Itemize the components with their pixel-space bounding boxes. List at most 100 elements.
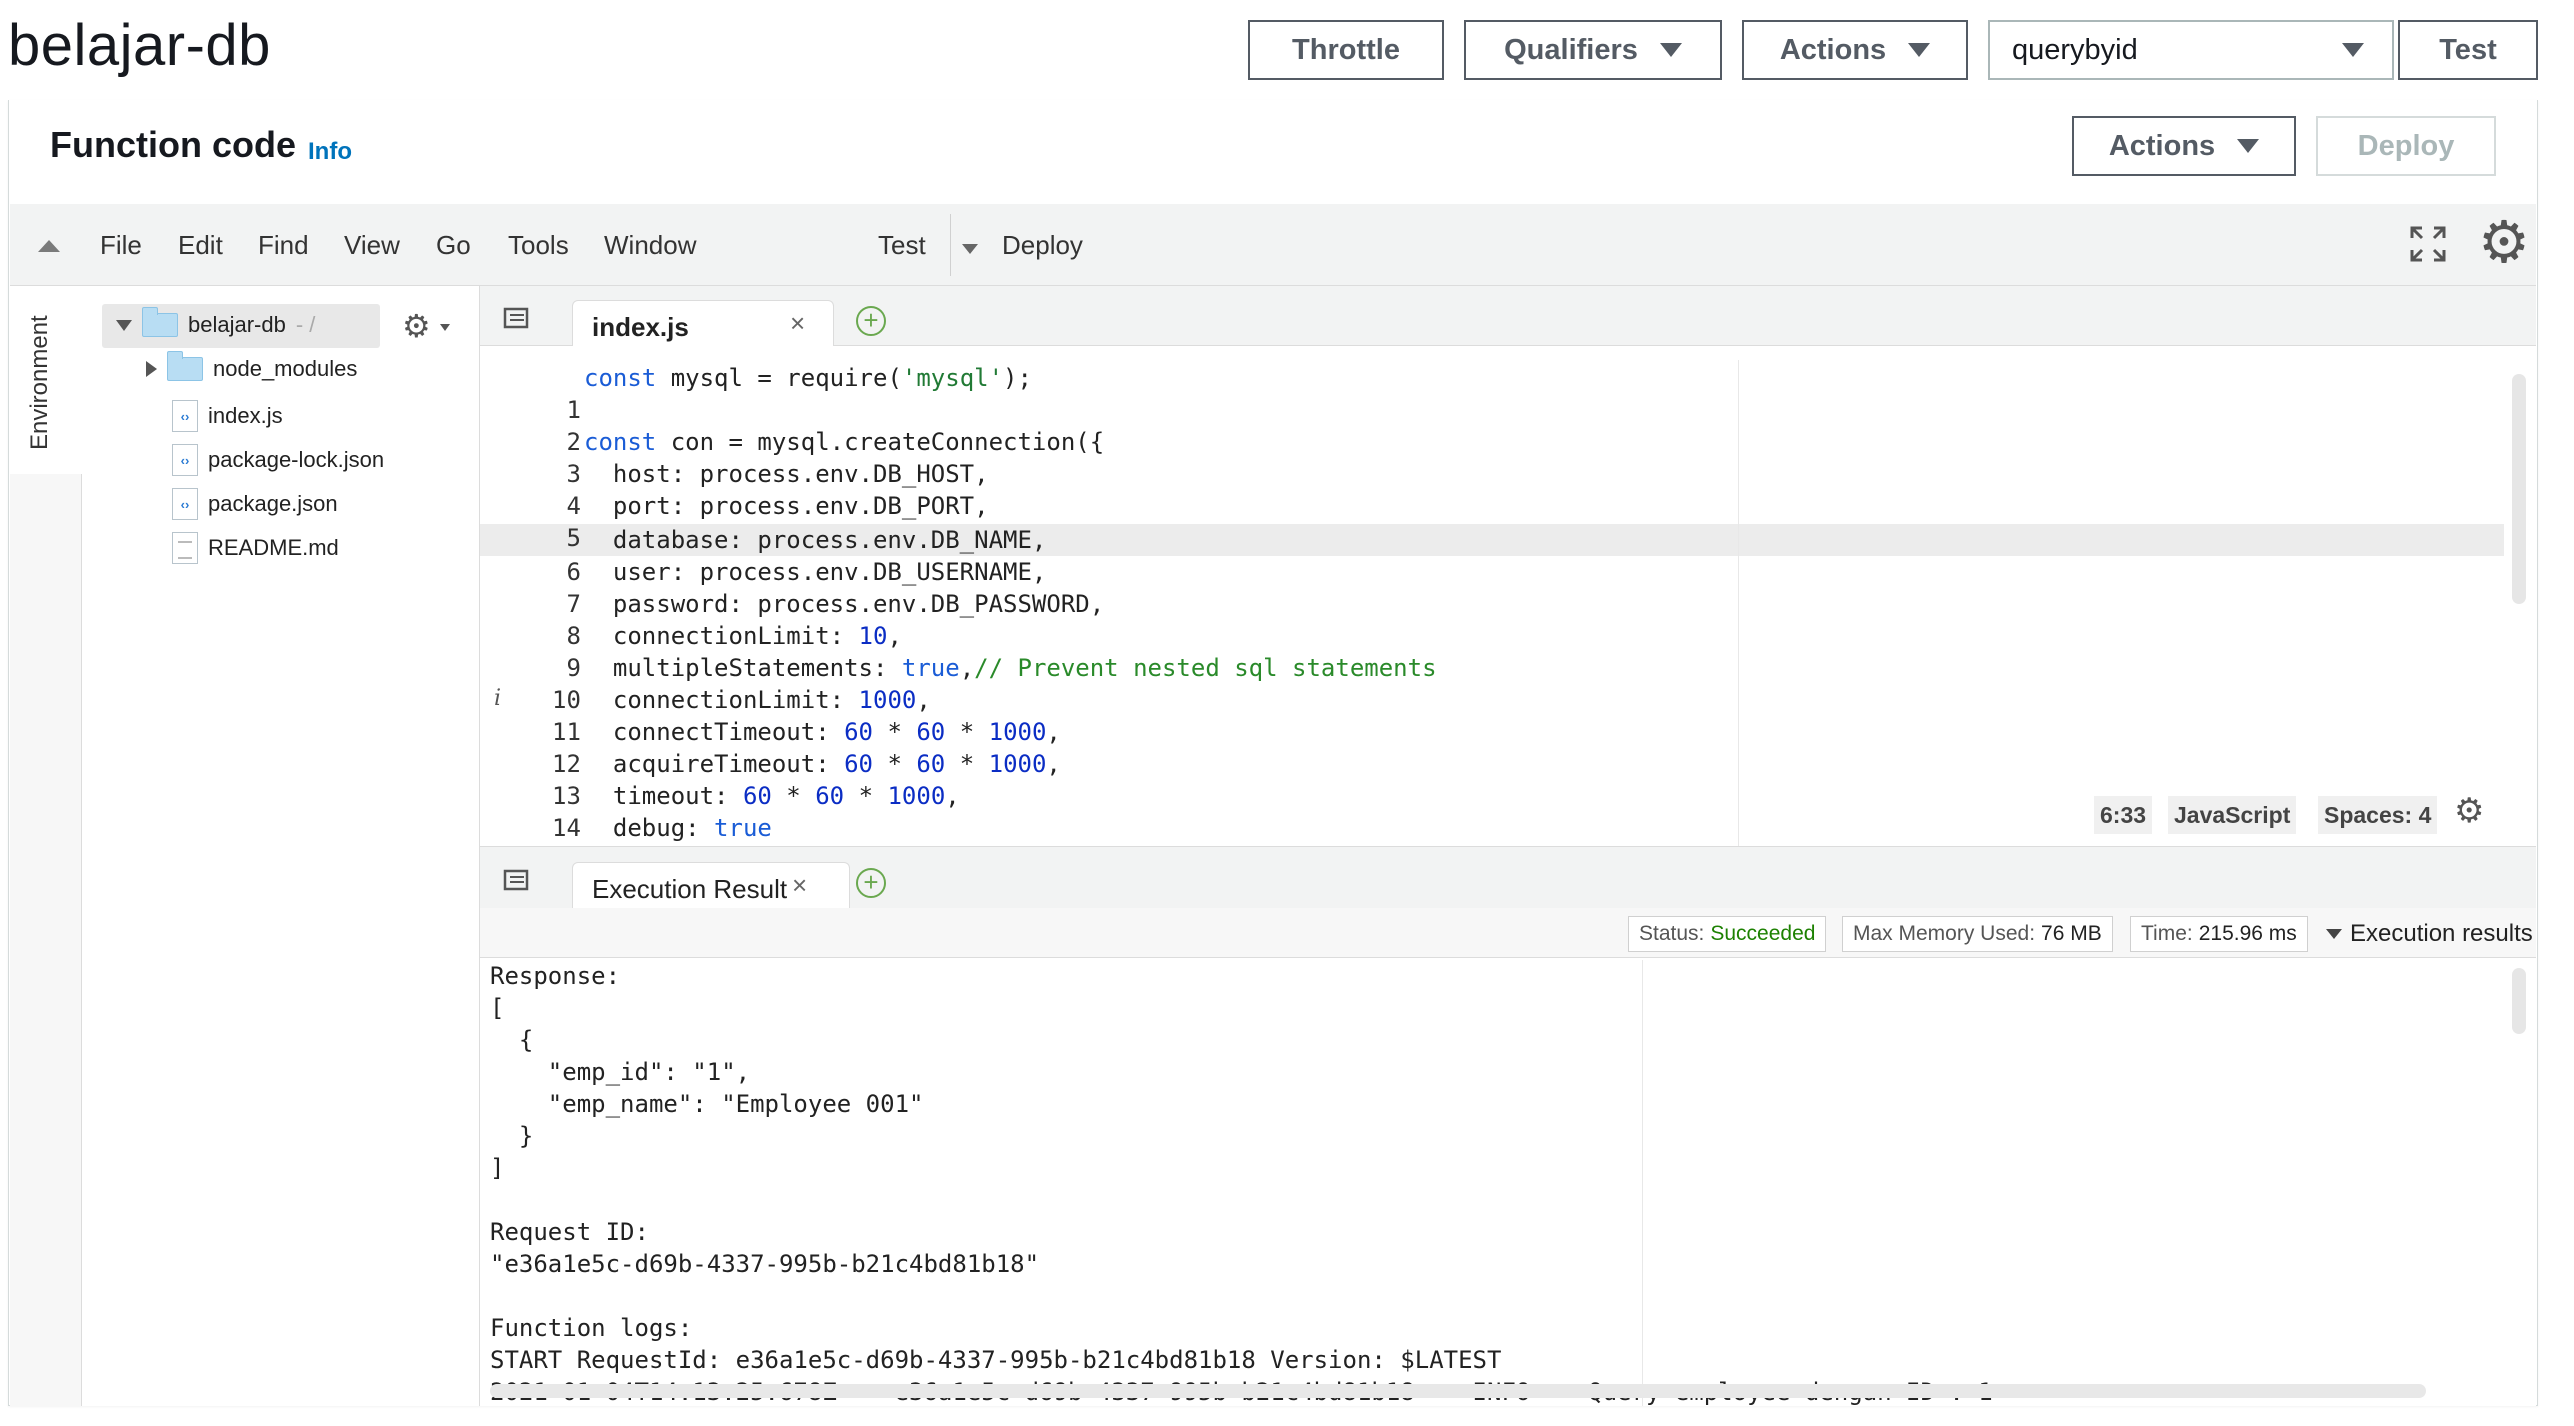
info-link[interactable]: Info [308, 138, 352, 166]
tree-root[interactable]: belajar-db - / [116, 307, 316, 338]
add-tab-icon[interactable]: + [856, 868, 886, 898]
tab-list-icon[interactable] [502, 306, 530, 330]
menu-window[interactable]: Window [604, 230, 696, 261]
result-line: Function logs: [490, 1314, 693, 1342]
result-horizontal-scrollbar[interactable] [490, 1384, 2426, 1398]
result-line: "e36a1e5c-d69b-4337-995b-b21c4bd81b18" [490, 1250, 1040, 1278]
print-margin [1738, 360, 1739, 846]
tab-list-icon[interactable] [502, 868, 530, 892]
memory-badge: Max Memory Used: 76 MB [1842, 916, 2113, 952]
tree-item-node-modules[interactable]: node_modules [146, 351, 358, 382]
time-badge: Time: 215.96 ms [2130, 916, 2308, 952]
code-line: 1 const mysql = require('mysql'); [484, 362, 1032, 424]
code-line: 15 debug: true [484, 812, 772, 874]
code-line: 3 const con = mysql.createConnection({ [484, 426, 1104, 488]
add-tab-icon[interactable]: + [856, 306, 886, 336]
qualifiers-dropdown[interactable]: Qualifiers [1464, 20, 1722, 80]
tree-item-label: index.js [208, 403, 283, 428]
code-line: 2 [484, 394, 580, 456]
test-label: Test [2439, 33, 2497, 66]
test-button[interactable]: Test [2398, 20, 2538, 80]
result-line: "emp_name": "Employee 001" [490, 1090, 924, 1118]
fullscreen-icon[interactable] [2410, 226, 2446, 262]
tree-settings-icon[interactable]: ⚙ [402, 310, 431, 342]
tree-item-label: node_modules [213, 356, 358, 381]
folder-icon [142, 307, 178, 337]
tree-item-label: package-lock.json [208, 447, 385, 472]
menu-tools[interactable]: Tools [508, 230, 569, 261]
chevron-down-icon [1908, 43, 1931, 57]
result-line: } [490, 1122, 534, 1150]
result-line: { [490, 1026, 534, 1054]
code-line: 13 acquireTimeout: 60 * 60 * 1000, [484, 748, 1061, 810]
result-line: [ [490, 994, 505, 1022]
expand-icon[interactable] [146, 361, 157, 377]
tree-item-index-js[interactable]: ‹› index.js [172, 400, 283, 432]
editor-settings-icon[interactable]: ⚙ [2454, 794, 2484, 828]
indent-setting[interactable]: Spaces: 4 [2318, 796, 2438, 834]
code-line: 12 connectTimeout: 60 * 60 * 1000, [484, 716, 1061, 778]
result-line: "emp_id": "1", [490, 1058, 751, 1086]
test-event-select[interactable]: querybyid [1988, 20, 2394, 80]
panel-title: Function code [50, 124, 296, 165]
language-mode[interactable]: JavaScript [2168, 796, 2297, 834]
code-line-active: 6 database: process.env.DB_NAME, [484, 524, 1046, 586]
environment-label[interactable]: Environment [26, 315, 54, 450]
menu-view[interactable]: View [344, 230, 400, 261]
panel-actions-label: Actions [2108, 129, 2216, 162]
json-file-icon: ‹› [172, 488, 198, 520]
tree-root-suffix: - / [295, 312, 316, 337]
tree-item-label: README.md [208, 535, 339, 560]
document-icon [172, 532, 198, 564]
code-line: 11 connectionLimit: 1000, [484, 684, 931, 746]
menu-divider [950, 214, 951, 276]
deploy-button[interactable]: Deploy [2316, 116, 2496, 176]
collapse-icon[interactable] [38, 240, 60, 252]
chevron-down-icon [2342, 43, 2364, 57]
throttle-button[interactable]: Throttle [1248, 20, 1444, 80]
menu-test[interactable]: Test [878, 230, 926, 261]
print-margin [1642, 960, 1643, 1406]
execution-results-label: Execution results [2350, 920, 2533, 947]
throttle-label: Throttle [1292, 33, 1400, 66]
close-icon[interactable]: × [790, 308, 805, 339]
folder-icon [167, 351, 203, 381]
ide-menubar: File Edit Find View Go Tools Window Test… [10, 204, 2536, 286]
tree-item-package-json[interactable]: ‹› package.json [172, 488, 338, 520]
actions-label: Actions [1779, 33, 1887, 66]
result-output[interactable] [480, 958, 2536, 1406]
code-line: 7 user: process.env.DB_USERNAME, [484, 556, 1046, 618]
menu-file[interactable]: File [100, 230, 142, 261]
result-line: ] [490, 1154, 505, 1182]
result-tab-label[interactable]: Execution Result [592, 874, 787, 905]
chevron-down-icon [2237, 139, 2260, 153]
status-badge: Status: Succeeded [1628, 916, 1827, 952]
tab-label[interactable]: index.js [592, 312, 689, 343]
editor-scrollbar[interactable] [2512, 374, 2526, 604]
chevron-down-icon[interactable] [440, 324, 450, 331]
gear-icon[interactable]: ⚙ [2478, 214, 2530, 272]
panel-actions-dropdown[interactable]: Actions [2072, 116, 2296, 176]
actions-dropdown[interactable]: Actions [1742, 20, 1968, 80]
tree-item-readme[interactable]: README.md [172, 532, 339, 564]
execution-results-toggle[interactable]: Execution results [2326, 920, 2533, 948]
cursor-position[interactable]: 6:33 [2094, 796, 2153, 834]
code-line: 10 multipleStatements: true,// Prevent n… [484, 652, 1437, 714]
qualifiers-label: Qualifiers [1504, 33, 1638, 66]
code-line: 14 timeout: 60 * 60 * 1000, [484, 780, 960, 842]
menu-deploy[interactable]: Deploy [1002, 230, 1083, 261]
tree-item-package-lock[interactable]: ‹› package-lock.json [172, 444, 384, 476]
time-value: 215.96 ms [2198, 922, 2297, 945]
menu-find[interactable]: Find [258, 230, 309, 261]
expand-icon[interactable] [116, 319, 132, 331]
memory-label: Max Memory Used: [1853, 922, 2036, 945]
code-line: 8 password: process.env.DB_PASSWORD, [484, 588, 1104, 650]
menu-go[interactable]: Go [436, 230, 471, 261]
memory-value: 76 MB [2041, 922, 2102, 945]
menu-edit[interactable]: Edit [178, 230, 223, 261]
code-line: 9 connectionLimit: 10, [484, 620, 901, 682]
result-vertical-scrollbar[interactable] [2512, 968, 2526, 1034]
test-caret-icon[interactable] [962, 244, 978, 254]
close-icon[interactable]: × [792, 870, 807, 901]
result-line: START RequestId: e36a1e5c-d69b-4337-995b… [490, 1346, 1502, 1374]
